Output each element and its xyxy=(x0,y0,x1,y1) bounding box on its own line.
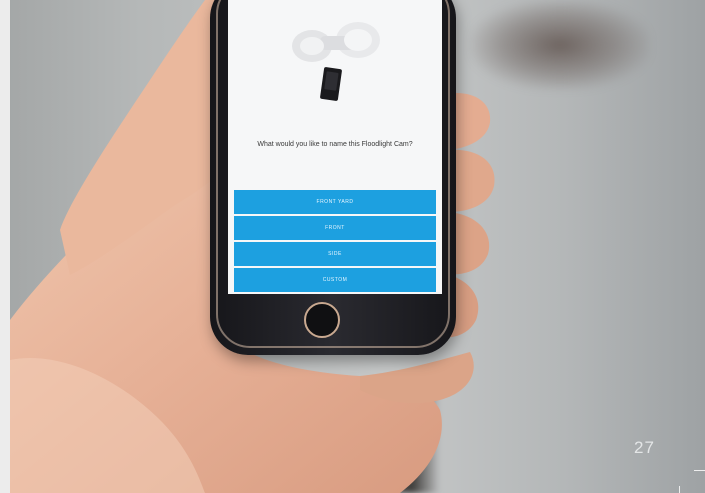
option-custom-button[interactable]: CUSTOM xyxy=(234,268,436,292)
option-front-yard-button[interactable]: FRONT YARD xyxy=(234,190,436,214)
option-side-button[interactable]: SIDE xyxy=(234,242,436,266)
photo-scene: What would you like to name this Floodli… xyxy=(0,0,705,493)
crop-mark xyxy=(694,470,705,471)
option-front-button[interactable]: FRONT xyxy=(234,216,436,240)
floodlight-camera-image xyxy=(292,22,380,101)
phone-screen: What would you like to name this Floodli… xyxy=(228,0,442,294)
home-button[interactable] xyxy=(304,302,340,338)
page-number: 27 xyxy=(634,438,655,457)
crop-mark xyxy=(679,486,680,493)
name-prompt: What would you like to name this Floodli… xyxy=(257,141,413,148)
